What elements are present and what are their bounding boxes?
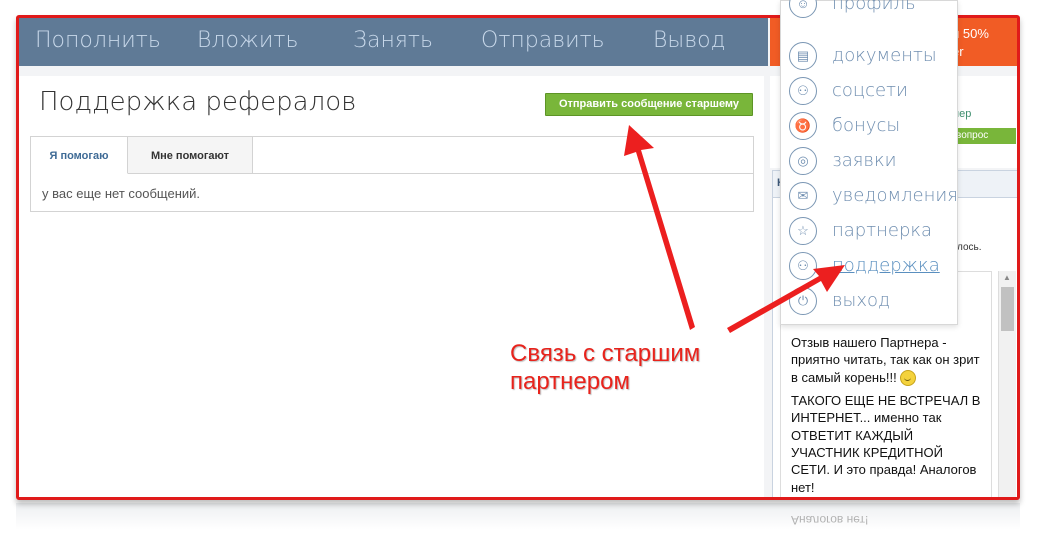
annotation-label: Связь с старшим партнером: [510, 340, 700, 396]
annotation-arrows: [624, 125, 845, 333]
arrow-to-send-button: [624, 125, 695, 330]
annotation-line-2: партнером: [510, 368, 630, 395]
arrow-to-support-item: [727, 265, 845, 333]
annotation-line-1: Связь с старшим: [510, 340, 701, 367]
